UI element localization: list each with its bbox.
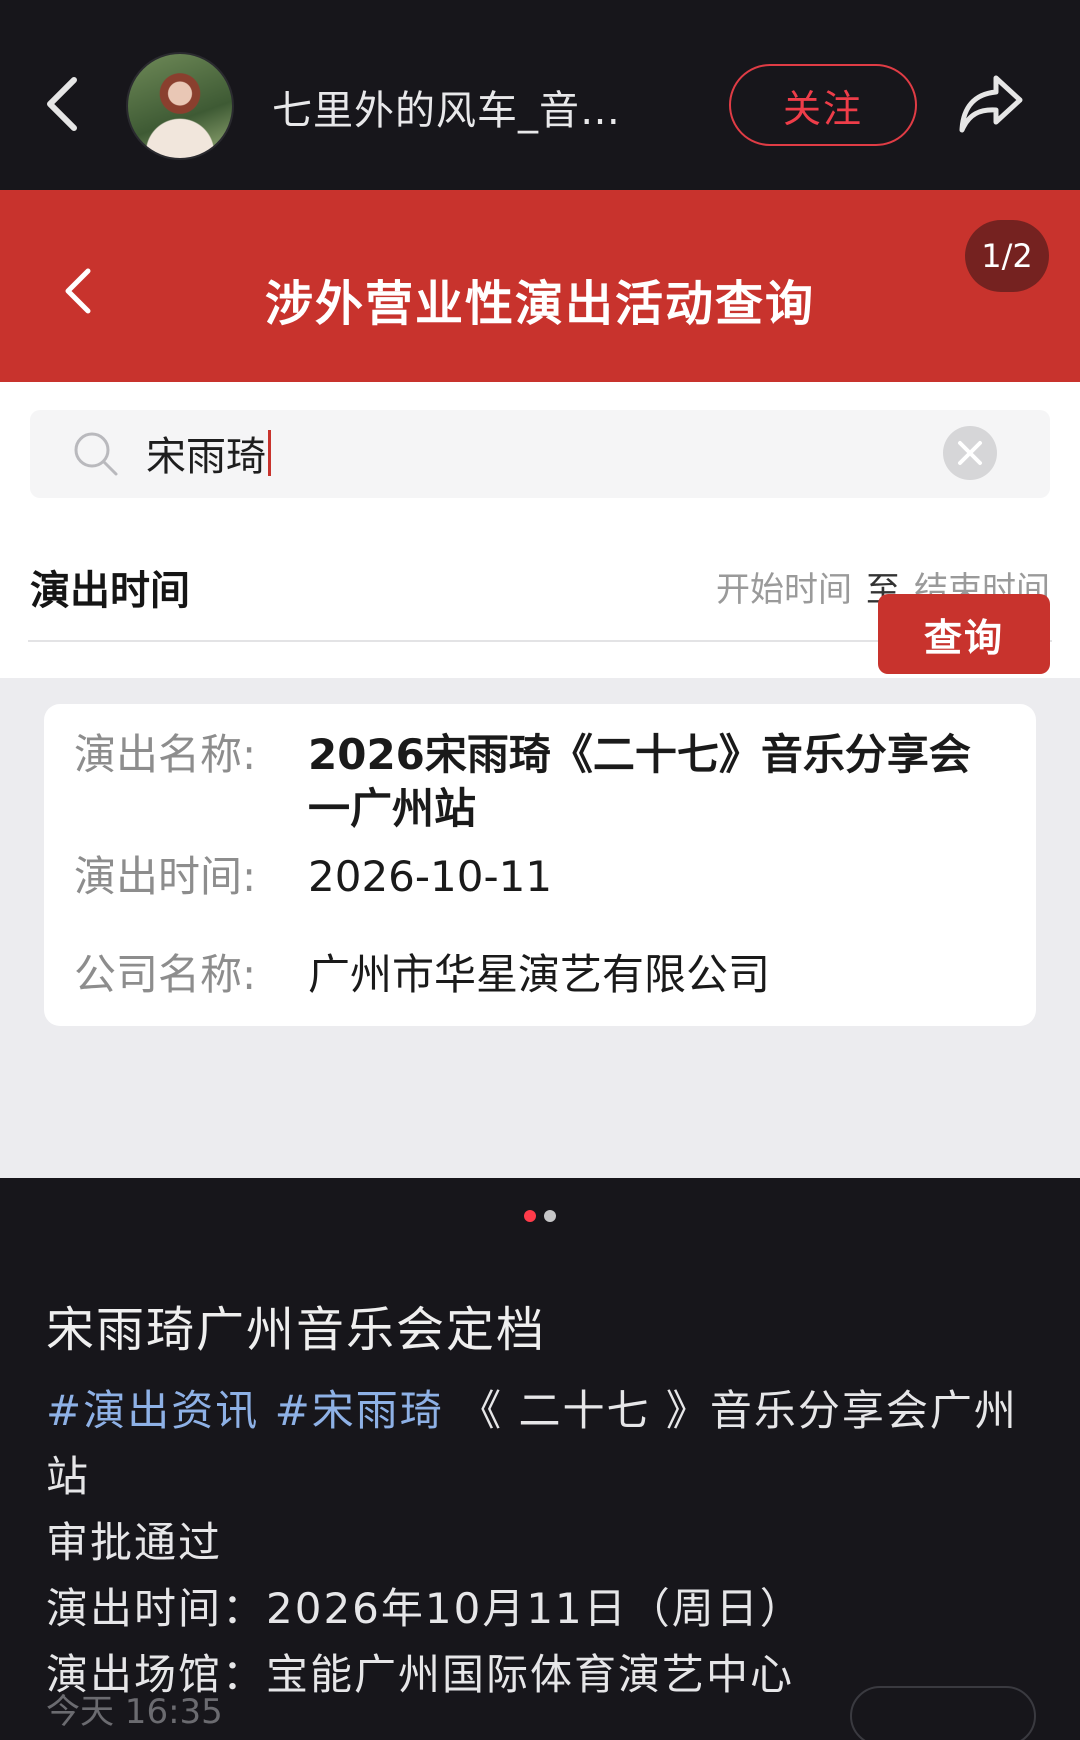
post-timestamp: 今天 16:35 [46, 1692, 223, 1732]
page-indicator: 1/2 [965, 220, 1049, 292]
start-time-field: 开始时间 [716, 570, 852, 610]
carousel-dot-1[interactable] [524, 1210, 536, 1222]
carousel-dots [0, 1210, 1080, 1222]
comment-input[interactable] [850, 1686, 1036, 1740]
hashtag-link[interactable]: #宋雨琦 [275, 1386, 444, 1435]
card-header: 涉外营业性演出活动查询 1/2 [0, 190, 1080, 382]
result-row-company: 公司名称: 广州市华星演艺有限公司 [74, 948, 988, 1002]
carousel-image[interactable]: 涉外营业性演出活动查询 1/2 宋雨琦 演出时间 开始时间 至 结束时间 查询 … [0, 190, 1080, 1178]
clear-icon [943, 426, 997, 480]
carousel-dot-2[interactable] [544, 1210, 556, 1222]
search-text: 宋雨琦 [146, 434, 266, 480]
card-title: 涉外营业性演出活动查询 [264, 276, 815, 332]
result-row-time: 演出时间: 2026-10-11 [74, 850, 988, 904]
post-line-3: 演出时间：2026年10月11日（周日） [46, 1584, 804, 1633]
share-icon[interactable] [956, 72, 1026, 136]
time-filter-label: 演出时间 [30, 568, 190, 614]
author-name[interactable]: 七里外的风车_音… [272, 78, 621, 136]
follow-button[interactable]: 关注 [729, 64, 917, 146]
result-company-value: 广州市华星演艺有限公司 [308, 950, 771, 999]
post-line-2: 审批通过 [46, 1518, 223, 1567]
top-bar: 七里外的风车_音… 关注 [0, 0, 1080, 190]
result-row-name: 演出名称: 2026宋雨琦《二十七》音乐分享会一广州站 [74, 728, 988, 836]
back-arrow-icon[interactable] [42, 74, 82, 134]
post-title: 宋雨琦广州音乐会定档 [46, 1302, 547, 1358]
result-time-value: 2026-10-11 [308, 852, 553, 901]
result-company-label: 公司名称: [74, 950, 257, 999]
text-caret [268, 430, 271, 476]
search-value: 宋雨琦 [146, 428, 271, 480]
hashtag-link[interactable]: #演出资讯 [46, 1386, 259, 1435]
post-body: #演出资讯 #宋雨琦 《 二十七 》音乐分享会广州站 审批通过 演出时间：202… [46, 1378, 1046, 1708]
author-avatar[interactable] [126, 52, 234, 160]
result-name-value: 2026宋雨琦《二十七》音乐分享会一广州站 [308, 730, 971, 833]
result-name-label: 演出名称: [74, 730, 257, 779]
result-card: 演出名称: 2026宋雨琦《二十七》音乐分享会一广州站 演出时间: 2026-1… [44, 704, 1036, 1026]
search-icon [74, 432, 118, 476]
post-line-1: #演出资讯 #宋雨琦 《 二十七 》音乐分享会广州站 [46, 1378, 1046, 1510]
query-button: 查询 [878, 594, 1050, 674]
result-time-label: 演出时间: [74, 852, 257, 901]
